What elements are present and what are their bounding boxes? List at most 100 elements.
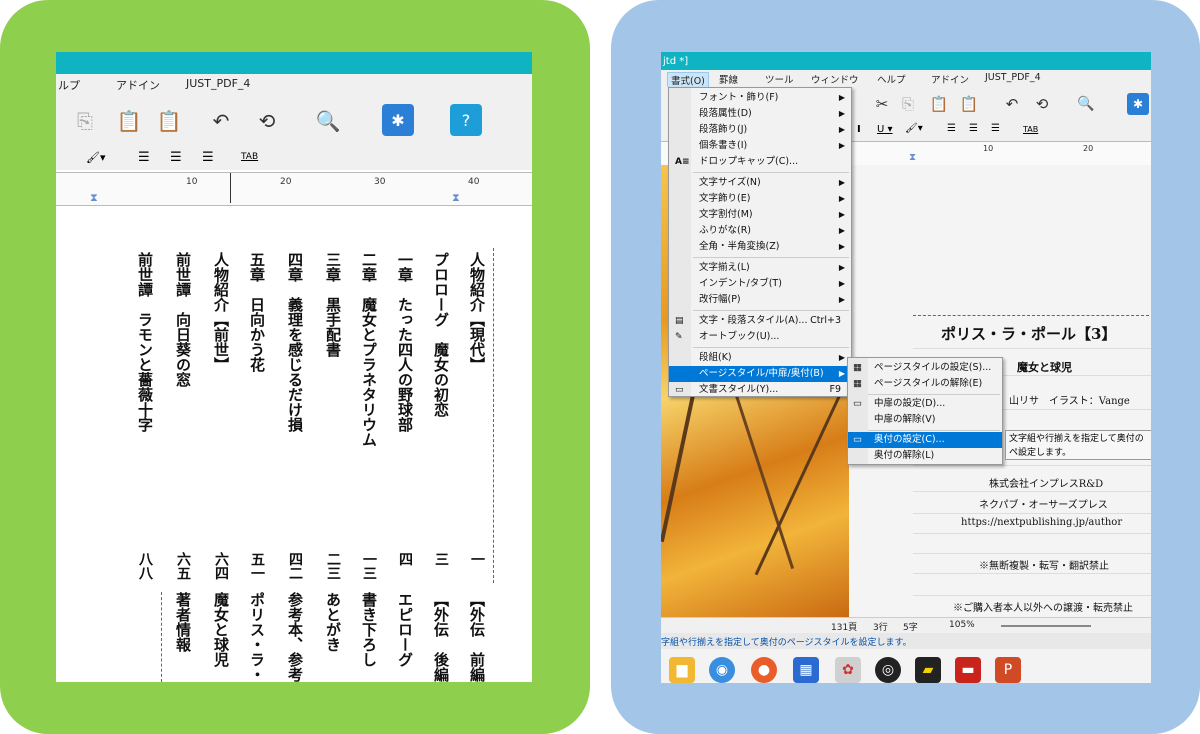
search-icon[interactable]: 🔍: [308, 106, 348, 136]
ruler-tick: 10: [983, 144, 994, 153]
paste-text-icon[interactable]: 📋: [152, 104, 186, 138]
menu-item-bullets[interactable]: 個条書き(I) ▶: [669, 138, 851, 154]
zoom-level[interactable]: 105%: [949, 620, 975, 630]
menu-tools[interactable]: ツール: [765, 72, 794, 86]
indent-marker-icon[interactable]: ⧗: [909, 152, 916, 163]
indent-marker-icon[interactable]: ⧗: [90, 191, 98, 205]
pdf-icon[interactable]: ▬: [955, 657, 981, 683]
toc-entry: 魔女と球児: [212, 592, 230, 667]
puzzle-icon[interactable]: ✱: [1127, 93, 1149, 115]
underline-icon[interactable]: U ▾: [877, 124, 893, 135]
menu-item-font-size[interactable]: 文字サイズ(N) ▶: [669, 175, 851, 191]
help-icon[interactable]: ?: [450, 104, 482, 136]
submenu-title-page-clear[interactable]: 中扉の解除(V): [848, 412, 1002, 428]
align-left-icon[interactable]: ☰: [138, 150, 150, 165]
toc-entry: 四章 義理を感じるだけ損: [286, 252, 304, 432]
align-center-icon[interactable]: ☰: [969, 123, 978, 134]
tab-icon[interactable]: TAB: [241, 152, 258, 162]
toc-entry: 【外伝 前編: [468, 592, 486, 682]
toc-page: 四二: [287, 552, 303, 580]
menu-item-paragraph-attr[interactable]: 段落属性(D) ▶: [669, 106, 851, 122]
drop-cap-icon: A≡: [675, 157, 690, 167]
submenu-page-style-set[interactable]: ▦ ページスタイルの設定(S)...: [848, 360, 1002, 376]
menu-item-drop-cap[interactable]: A≡ ドロップキャップ(C)...: [669, 154, 851, 170]
align-center-icon[interactable]: ☰: [170, 150, 182, 165]
menu-help[interactable]: ヘルプ: [877, 72, 906, 86]
align-left-icon[interactable]: ☰: [947, 123, 956, 134]
search-icon[interactable]: 🔍: [1071, 91, 1101, 117]
undo-icon[interactable]: ↶: [1001, 91, 1023, 117]
menu-item-page-style[interactable]: ページスタイル/中扉/奥付(B) ▶: [669, 366, 851, 382]
copy-icon[interactable]: ⎘: [70, 106, 100, 136]
toc-page: 一: [469, 552, 485, 566]
toc-page: 六五: [175, 552, 191, 580]
puzzle-icon[interactable]: ✱: [382, 104, 414, 136]
italic-icon[interactable]: I: [857, 124, 861, 135]
menu-item-autobook[interactable]: ✎ オートブック(U)...: [669, 329, 851, 345]
menu-addin[interactable]: アドイン: [116, 77, 160, 93]
paste-icon[interactable]: 📋: [927, 91, 951, 117]
submenu-colophon-set[interactable]: ▭ 奥付の設定(C)...: [848, 432, 1002, 448]
media-icon[interactable]: ◎: [875, 657, 901, 683]
zoom-slider[interactable]: [1001, 625, 1091, 627]
menu-item-columns[interactable]: 段組(K) ▶: [669, 350, 851, 366]
toc-page: 八八: [137, 552, 153, 580]
undo-icon[interactable]: ↶: [206, 106, 236, 136]
submenu-title-page-set[interactable]: ▭ 中扉の設定(D)...: [848, 396, 1002, 412]
copy-icon[interactable]: ⎘: [897, 91, 919, 117]
paste-icon[interactable]: 📋: [112, 104, 146, 138]
cut-icon[interactable]: ✂: [871, 91, 893, 117]
doc-title: ポリス・ラ・ポール【3】: [941, 325, 1117, 343]
align-right-icon[interactable]: ☰: [202, 150, 214, 165]
menu-item-line-spacing[interactable]: 改行幅(P) ▶: [669, 292, 851, 308]
firefox-icon[interactable]: ●: [751, 657, 777, 683]
doc-imprint: ネクパブ・オーサーズプレス: [979, 500, 1108, 511]
doc-notice-2: ※ご購入者本人以外への譲渡・転売禁止: [953, 603, 1133, 614]
menu-item-char-paragraph-style[interactable]: ▤ 文字・段落スタイル(A)... Ctrl+3: [669, 313, 851, 329]
toc-page: 四: [397, 552, 413, 566]
menu-item-indent-tab[interactable]: インデント/タブ(T) ▶: [669, 276, 851, 292]
ruler-tick: 10: [186, 177, 198, 187]
menu-addin[interactable]: アドイン: [931, 72, 969, 86]
menu-format[interactable]: 書式(O): [667, 72, 709, 88]
submenu-colophon-clear[interactable]: 奥付の解除(L): [848, 448, 1002, 464]
indent-marker-icon[interactable]: ⧗: [452, 191, 460, 205]
doc-subtitle: 魔女と球児: [1017, 361, 1072, 374]
toc-page: 二三: [325, 552, 341, 580]
menu-help[interactable]: ルプ: [58, 77, 80, 93]
font-color-icon[interactable]: 🖌▾: [86, 151, 106, 164]
font-color-icon[interactable]: 🖌▾: [905, 123, 923, 134]
menu-item-char-deco[interactable]: 文字飾り(E) ▶: [669, 191, 851, 207]
menu-item-furigana[interactable]: ふりがな(R) ▶: [669, 223, 851, 239]
app-icon[interactable]: ▦: [793, 657, 819, 683]
powerpoint-icon[interactable]: P: [995, 657, 1021, 683]
menu-window[interactable]: ウィンドウ: [811, 72, 859, 86]
ruler-tick: 40: [468, 177, 480, 187]
menu-just-pdf[interactable]: JUST_PDF_4: [985, 72, 1041, 83]
folder-icon[interactable]: ▆: [669, 657, 695, 683]
menu-item-font[interactable]: フォント・飾り(F) ▶: [669, 90, 851, 106]
chrome-icon[interactable]: ◉: [709, 657, 735, 683]
redo-icon[interactable]: ⟲: [252, 106, 282, 136]
title-bar: [56, 52, 532, 74]
menu-item-text-align[interactable]: 文字揃え(L) ▶: [669, 260, 851, 276]
menu-ruled-line[interactable]: 罫線: [719, 72, 738, 86]
redo-icon[interactable]: ⟲: [1031, 91, 1053, 117]
title-bar: jtd *]: [661, 52, 1151, 72]
toc-entry: エピローグ: [396, 592, 414, 667]
align-right-icon[interactable]: ☰: [991, 123, 1000, 134]
menu-item-paragraph-deco[interactable]: 段落飾り(J) ▶: [669, 122, 851, 138]
toc-entry: 人物紹介【現代】: [468, 252, 486, 372]
menubar: ルプ アドイン JUST_PDF_4: [56, 74, 532, 94]
tab-icon[interactable]: TAB: [1023, 125, 1038, 134]
left-editor-window: ルプ アドイン JUST_PDF_4 ⎘ 📋 📋 ↶ ⟲ 🔍 ✱ ? 🖌▾ ☰ …: [56, 52, 532, 682]
menu-item-width-convert[interactable]: 全角・半角変換(Z) ▶: [669, 239, 851, 255]
submenu-page-style-clear[interactable]: ▦ ページスタイルの解除(E): [848, 376, 1002, 392]
menu-item-document-style[interactable]: ▭ 文書スタイル(Y)... F9: [669, 382, 851, 398]
toc-entry: 五章 日向かう花: [248, 252, 266, 372]
sticky-icon[interactable]: ▰: [915, 657, 941, 683]
menu-item-char-layout[interactable]: 文字割付(M) ▶: [669, 207, 851, 223]
paste-text-icon[interactable]: 📋: [957, 91, 981, 117]
menu-just-pdf[interactable]: JUST_PDF_4: [186, 77, 250, 90]
paint-icon[interactable]: ✿: [835, 657, 861, 683]
